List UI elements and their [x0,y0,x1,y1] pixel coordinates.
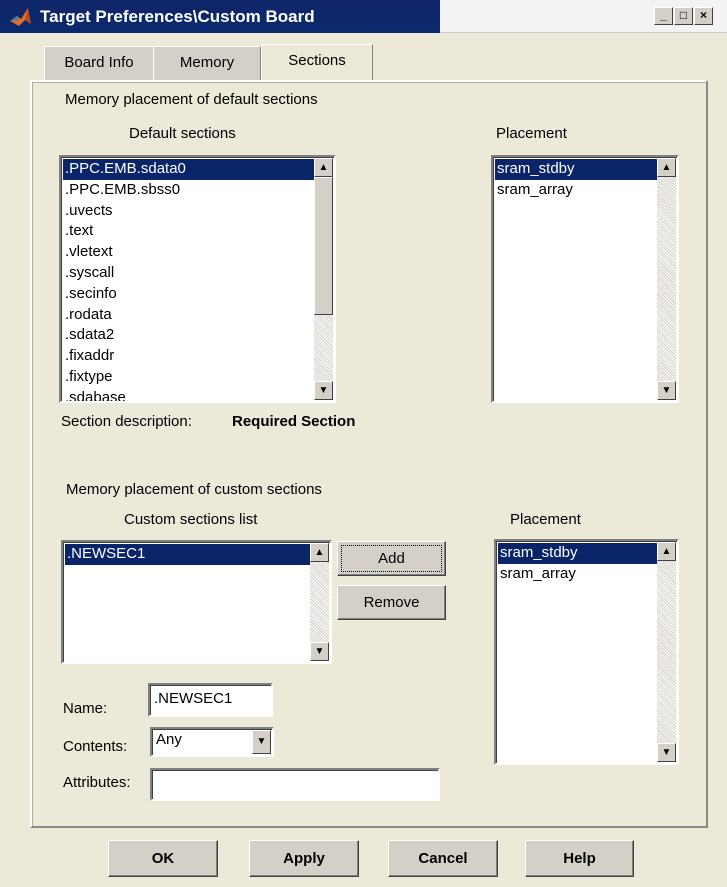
default-placement-title: Placement [496,125,567,142]
default-section-item[interactable]: .vletext [63,242,314,263]
cancel-button[interactable]: Cancel [388,840,498,877]
matlab-logo-icon [10,8,31,26]
default-section-item[interactable]: .syscall [63,263,314,284]
placement-item[interactable]: sram_stdby [498,543,657,564]
attributes-field[interactable] [150,768,440,801]
default-sections-list-title: Default sections [129,125,236,142]
remove-button[interactable]: Remove [337,585,446,620]
default-section-item[interactable]: .uvects [63,201,314,222]
default-placement-list[interactable]: sram_stdby sram_array ▲ ▼ [491,155,679,403]
default-placement-items: sram_stdby sram_array [495,159,657,201]
maximize-button[interactable]: □ [674,7,693,25]
custom-placement-scrollbar[interactable]: ▲ ▼ [657,542,676,762]
default-sections-list[interactable]: .PPC.EMB.sdata0 .PPC.EMB.sbss0 .uvects .tex… [59,155,336,403]
attributes-label: Attributes: [63,774,131,791]
default-placement-scrollbar[interactable]: ▲ ▼ [657,158,676,400]
custom-section-item[interactable]: .NEWSEC1 [65,544,310,565]
custom-sections-items: .NEWSEC1 [65,544,310,565]
scroll-up-arrow-icon[interactable]: ▲ [657,158,676,177]
contents-dropdown[interactable]: Any ▼ [150,727,274,757]
ok-button[interactable]: OK [108,840,218,877]
default-sections-items: .PPC.EMB.sdata0 .PPC.EMB.sbss0 .uvects .tex… [63,159,314,401]
window-title: Target Preferences\Custom Board [40,7,315,26]
placement-item[interactable]: sram_stdby [495,159,657,180]
default-section-item[interactable]: .secinfo [63,284,314,305]
scroll-up-arrow-icon[interactable]: ▲ [657,542,676,561]
scroll-down-arrow-icon[interactable]: ▼ [657,743,676,762]
custom-placement-list[interactable]: sram_stdby sram_array ▲ ▼ [494,539,679,765]
tab-sections[interactable]: Sections [261,44,373,80]
help-button[interactable]: Help [525,840,634,877]
contents-dropdown-value: Any [156,731,182,748]
custom-placement-items: sram_stdby sram_array [498,543,657,585]
tab-board-info[interactable]: Board Info [44,46,154,80]
minimize-button[interactable]: _ [654,7,673,25]
section-description-label: Section description: [61,413,192,430]
default-sections-group-title: Memory placement of default sections [65,91,318,108]
placement-item[interactable]: sram_array [495,180,657,201]
custom-placement-title: Placement [510,511,581,528]
custom-sections-list[interactable]: .NEWSEC1 ▲ ▼ [61,540,332,664]
chevron-down-icon[interactable]: ▼ [252,730,271,754]
default-section-item[interactable]: .sdabase [63,388,314,401]
default-section-item[interactable]: .fixaddr [63,346,314,367]
tab-memory[interactable]: Memory [153,46,261,80]
close-button[interactable]: × [694,7,713,25]
default-section-item[interactable]: .sdata2 [63,325,314,346]
default-section-item[interactable]: .fixtype [63,367,314,388]
default-section-item[interactable]: .text [63,221,314,242]
scroll-down-arrow-icon[interactable]: ▼ [310,642,329,661]
scroll-up-arrow-icon[interactable]: ▲ [314,158,333,177]
default-section-item[interactable]: .PPC.EMB.sbss0 [63,180,314,201]
custom-sections-group-title: Memory placement of custom sections [66,481,322,498]
scroll-up-arrow-icon[interactable]: ▲ [310,543,329,562]
name-field[interactable]: .NEWSEC1 [148,683,273,717]
scroll-down-arrow-icon[interactable]: ▼ [657,381,676,400]
custom-sections-scrollbar[interactable]: ▲ ▼ [310,543,329,661]
section-description-value: Required Section [232,413,356,430]
custom-sections-list-title: Custom sections list [124,511,258,528]
default-section-item[interactable]: .rodata [63,305,314,326]
scroll-thumb[interactable] [314,177,333,315]
contents-label: Contents: [63,738,128,755]
default-section-item[interactable]: .PPC.EMB.sdata0 [63,159,314,180]
scroll-down-arrow-icon[interactable]: ▼ [314,381,333,400]
placement-item[interactable]: sram_array [498,564,657,585]
name-label: Name: [63,700,108,717]
default-sections-scrollbar[interactable]: ▲ ▼ [314,158,333,400]
title-bar: Target Preferences\Custom Board _ □ × [0,0,727,33]
add-button[interactable]: Add [337,541,446,576]
apply-button[interactable]: Apply [249,840,359,877]
